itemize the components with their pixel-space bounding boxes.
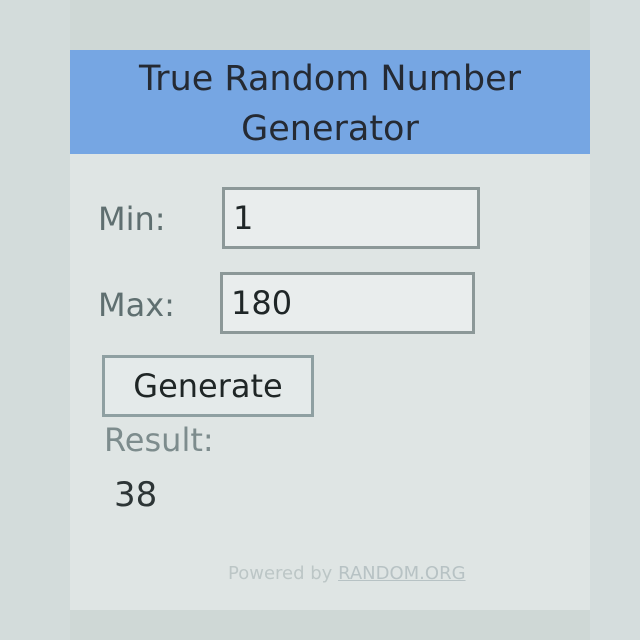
widget-header: True Random Number Generator bbox=[70, 50, 590, 154]
powered-by: Powered by RANDOM.ORG bbox=[228, 563, 466, 584]
widget-title: True Random Number Generator bbox=[138, 59, 522, 149]
max-label: Max: bbox=[98, 286, 175, 324]
min-input[interactable] bbox=[222, 187, 480, 249]
max-input[interactable] bbox=[220, 272, 475, 334]
screen-left-margin bbox=[0, 0, 70, 640]
random-org-link[interactable]: RANDOM.ORG bbox=[338, 563, 465, 584]
result-value: 38 bbox=[114, 475, 158, 515]
generate-button[interactable]: Generate bbox=[102, 355, 314, 417]
powered-by-text: Powered by bbox=[228, 563, 333, 584]
result-label: Result: bbox=[104, 421, 214, 459]
min-label: Min: bbox=[98, 200, 166, 238]
screen-right-margin bbox=[590, 0, 640, 640]
random-number-widget: True Random Number Generator Min: Max: G… bbox=[70, 50, 590, 610]
